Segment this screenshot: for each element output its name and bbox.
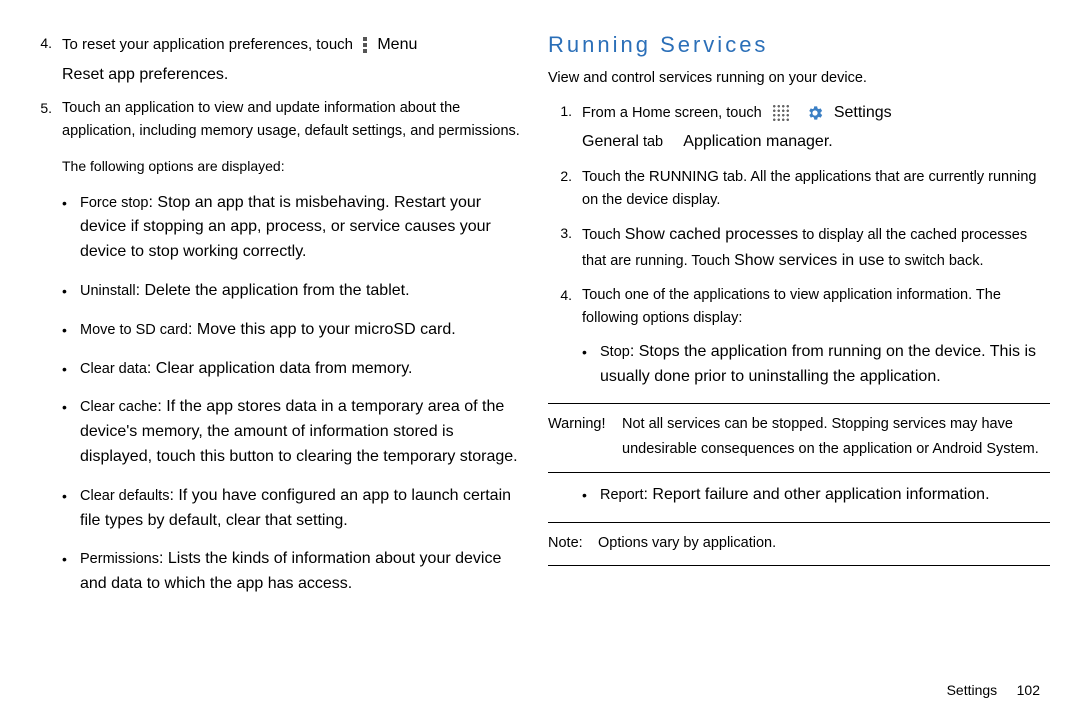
right-bullet-list-1: • Stop: Stops the application from runni…	[582, 340, 1050, 390]
r-step-1: 1. From a Home screen, touch Settings Ge…	[548, 100, 1050, 155]
bullet-dot: •	[62, 357, 80, 382]
right-bullet-list-2: • Report: Report failure and other appli…	[582, 483, 1050, 508]
bullet-dot: •	[62, 484, 80, 534]
r-step-3: 3. Touch Show cached processes to displa…	[548, 222, 1050, 273]
note-row: Note: Options vary by application.	[548, 531, 1050, 556]
running-tab-label: RUNNING	[649, 168, 719, 185]
r2-pre: Touch the	[582, 169, 649, 185]
menu-label: Menu	[377, 36, 417, 53]
bullet-dot: •	[62, 279, 80, 304]
show-services-label: Show services in use	[734, 252, 884, 269]
left-column: 4. To reset your application preferences…	[28, 32, 530, 611]
general-label: General	[582, 133, 639, 150]
warning-text: Not all services can be stopped. Stoppin…	[622, 412, 1050, 461]
bullet-body: Force stop: Stop an app that is misbehav…	[80, 191, 530, 265]
bullet-dot: •	[62, 547, 80, 597]
bullet-clear-data: • Clear data: Clear application data fro…	[62, 357, 530, 382]
bullet-label: Stop	[600, 344, 630, 360]
section-heading: Running Services	[548, 32, 1050, 58]
footer-section: Settings	[947, 682, 998, 698]
bullet-body: Clear cache: If the app stores data in a…	[80, 395, 530, 469]
step-4-text-a: To reset your application preferences, t…	[62, 36, 353, 53]
apps-grid-icon	[772, 104, 790, 122]
footer-page-number: 102	[1017, 682, 1040, 698]
divider	[548, 403, 1050, 404]
bullet-clear-defaults: • Clear defaults: If you have configured…	[62, 484, 530, 534]
r-step-2: 2. Touch the RUNNING tab. All the applic…	[548, 165, 1050, 212]
bullet-text: : Delete the application from the tablet…	[136, 282, 410, 299]
note-text: Options vary by application.	[598, 531, 1050, 556]
options-intro: The following options are displayed:	[62, 156, 530, 177]
divider	[548, 565, 1050, 566]
bullet-force-stop: • Force stop: Stop an app that is misbeh…	[62, 191, 530, 265]
bullet-label: Clear data	[80, 361, 147, 377]
step-body: Touch an application to view and update …	[62, 97, 530, 143]
settings-label: Settings	[834, 104, 892, 121]
step-number: 4.	[548, 284, 582, 330]
step-number: 2.	[548, 165, 582, 212]
bullet-label: Move to SD card	[80, 322, 188, 338]
step-body: To reset your application preferences, t…	[62, 32, 530, 87]
bullet-label: Force stop	[80, 195, 149, 211]
bullet-dot: •	[582, 483, 600, 508]
r1-pre: From a Home screen, touch	[582, 105, 762, 121]
step-number: 3.	[548, 222, 582, 273]
step-body: From a Home screen, touch Settings Gener…	[582, 100, 1050, 155]
bullet-text: : Move this app to your microSD card.	[188, 321, 456, 338]
bullet-body: Stop: Stops the application from running…	[600, 340, 1050, 390]
bullet-text: : Stops the application from running on …	[600, 343, 1036, 385]
bullet-move-sd: • Move to SD card: Move this app to your…	[62, 318, 530, 343]
kebab-menu-icon	[361, 36, 369, 54]
bullet-dot: •	[582, 340, 600, 390]
r3-e: to switch back.	[884, 253, 983, 269]
bullet-dot: •	[62, 318, 80, 343]
warning-label: Warning!	[548, 412, 622, 461]
bullet-label: Report	[600, 487, 644, 503]
bullet-body: Report: Report failure and other applica…	[600, 483, 1050, 508]
warning-row: Warning! Not all services can be stopped…	[548, 412, 1050, 461]
step-body: Touch one of the applications to view ap…	[582, 284, 1050, 330]
bullet-body: Permissions: Lists the kinds of informat…	[80, 547, 530, 597]
bullet-report: • Report: Report failure and other appli…	[582, 483, 1050, 508]
bullet-stop: • Stop: Stops the application from runni…	[582, 340, 1050, 390]
r3-a: Touch	[582, 227, 625, 243]
note-label: Note:	[548, 531, 598, 556]
step-5: 5. Touch an application to view and upda…	[28, 97, 530, 143]
step-number: 5.	[28, 97, 62, 143]
r-step-4: 4. Touch one of the applications to view…	[548, 284, 1050, 330]
step-number: 1.	[548, 100, 582, 155]
bullet-body: Clear data: Clear application data from …	[80, 357, 530, 382]
bullet-label: Clear defaults	[80, 488, 169, 504]
bullet-label: Permissions	[80, 551, 159, 567]
bullet-permissions: • Permissions: Lists the kinds of inform…	[62, 547, 530, 597]
right-column: Running Services View and control servic…	[548, 32, 1050, 611]
step-number: 4.	[28, 32, 62, 87]
bullet-dot: •	[62, 395, 80, 469]
gear-icon	[806, 104, 824, 122]
bullet-uninstall: • Uninstall: Delete the application from…	[62, 279, 530, 304]
page-footer: Settings 102	[947, 682, 1040, 698]
bullet-body: Clear defaults: If you have configured a…	[80, 484, 530, 534]
step-4-text-b: Reset app preferences.	[62, 62, 530, 88]
bullet-body: Uninstall: Delete the application from t…	[80, 279, 530, 304]
section-intro: View and control services running on you…	[548, 68, 1050, 90]
divider	[548, 522, 1050, 523]
bullet-label: Uninstall	[80, 283, 136, 299]
bullet-clear-cache: • Clear cache: If the app stores data in…	[62, 395, 530, 469]
two-column-layout: 4. To reset your application preferences…	[28, 32, 1052, 611]
step-4: 4. To reset your application preferences…	[28, 32, 530, 87]
show-cached-label: Show cached processes	[625, 226, 798, 243]
bullet-label: Clear cache	[80, 399, 157, 415]
step-body: Touch Show cached processes to display a…	[582, 222, 1050, 273]
divider	[548, 472, 1050, 473]
bullet-body: Move to SD card: Move this app to your m…	[80, 318, 530, 343]
tab-word: tab	[643, 134, 663, 150]
app-manager-label: Application manager.	[683, 133, 832, 150]
bullet-text: : Clear application data from memory.	[147, 360, 413, 377]
step-body: Touch the RUNNING tab. All the applicati…	[582, 165, 1050, 212]
bullet-dot: •	[62, 191, 80, 265]
bullet-text: : Report failure and other application i…	[644, 486, 990, 503]
left-bullet-list: • Force stop: Stop an app that is misbeh…	[62, 191, 530, 597]
